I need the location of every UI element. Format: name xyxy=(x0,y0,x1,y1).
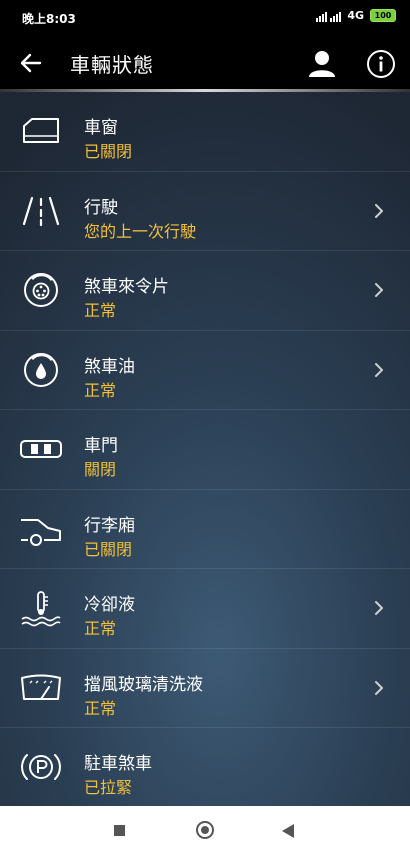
item-label: 行駛 xyxy=(84,197,118,218)
back-arrow-icon[interactable] xyxy=(18,50,44,76)
item-status: 正常 xyxy=(84,619,117,638)
chevron-right-icon xyxy=(375,203,383,218)
network-type: 4G xyxy=(347,9,364,22)
item-status: 關閉 xyxy=(84,460,117,479)
car-doors-icon xyxy=(20,440,62,458)
window-icon xyxy=(23,118,59,143)
list-item-parking-brake[interactable]: 駐車煞車 已拉緊 xyxy=(0,728,410,807)
item-label: 行李廂 xyxy=(84,515,135,536)
item-label: 冷卻液 xyxy=(84,595,135,615)
back-button[interactable] xyxy=(282,824,294,838)
status-indicators: 4G 100 xyxy=(316,9,396,22)
item-status: 您的上一次行駛 xyxy=(84,221,197,241)
status-bar: 晚上8:03 4G 100 xyxy=(0,0,410,34)
item-status: 正常 xyxy=(84,380,117,400)
system-nav-bar xyxy=(0,806,410,854)
list-item-doors[interactable]: 車門 關閉 xyxy=(0,410,410,490)
page-title: 車輛狀態 xyxy=(70,53,154,77)
list-item-trunk[interactable]: 行李廂 已關閉 xyxy=(0,490,410,569)
chevron-right-icon xyxy=(375,362,383,377)
chevron-right-icon xyxy=(375,680,383,695)
road-icon xyxy=(22,196,60,226)
item-label: 煞車油 xyxy=(84,356,135,377)
list-item-windows[interactable]: 車窗 已關閉 xyxy=(0,92,410,172)
trunk-icon xyxy=(21,518,61,546)
home-button[interactable] xyxy=(196,821,214,839)
item-label: 擋風玻璃清洗液 xyxy=(84,674,203,695)
user-icon[interactable] xyxy=(306,48,338,80)
battery-level: 100 xyxy=(374,11,392,20)
item-status: 已關閉 xyxy=(84,539,133,559)
vehicle-status-list: 車窗 已關閉 行駛 您的上一次行駛 煞車來令片 正常 煞車油 正常 車門 關閉 … xyxy=(0,92,410,806)
brake-fluid-icon xyxy=(24,352,58,387)
list-item-driving[interactable]: 行駛 您的上一次行駛 xyxy=(0,172,410,251)
item-status: 正常 xyxy=(84,698,117,718)
item-label: 車窗 xyxy=(84,118,118,138)
item-label: 煞車來令片 xyxy=(84,277,169,297)
list-item-brake-pads[interactable]: 煞車來令片 正常 xyxy=(0,251,410,331)
item-label: 車門 xyxy=(84,436,118,456)
washer-fluid-icon xyxy=(21,674,61,700)
chevron-right-icon xyxy=(375,283,383,297)
item-status: 正常 xyxy=(84,301,117,320)
signal-icon xyxy=(316,10,342,22)
list-item-brake-fluid[interactable]: 煞車油 正常 xyxy=(0,331,410,410)
parking-brake-icon xyxy=(21,754,61,780)
item-status: 已關閉 xyxy=(84,142,133,161)
list-item-coolant[interactable]: 冷卻液 正常 xyxy=(0,569,410,649)
brake-pad-icon xyxy=(24,273,58,307)
list-item-washer-fluid[interactable]: 擋風玻璃清洗液 正常 xyxy=(0,649,410,728)
battery-icon: 100 xyxy=(370,9,396,22)
chevron-right-icon xyxy=(375,601,383,615)
status-time: 晚上8:03 xyxy=(22,12,76,26)
coolant-icon xyxy=(21,591,61,627)
item-label: 駐車煞車 xyxy=(84,754,152,774)
recents-button[interactable] xyxy=(114,825,125,836)
app-header: 車輛狀態 xyxy=(0,34,410,92)
item-status: 已拉緊 xyxy=(84,778,133,797)
info-icon[interactable] xyxy=(366,49,396,79)
